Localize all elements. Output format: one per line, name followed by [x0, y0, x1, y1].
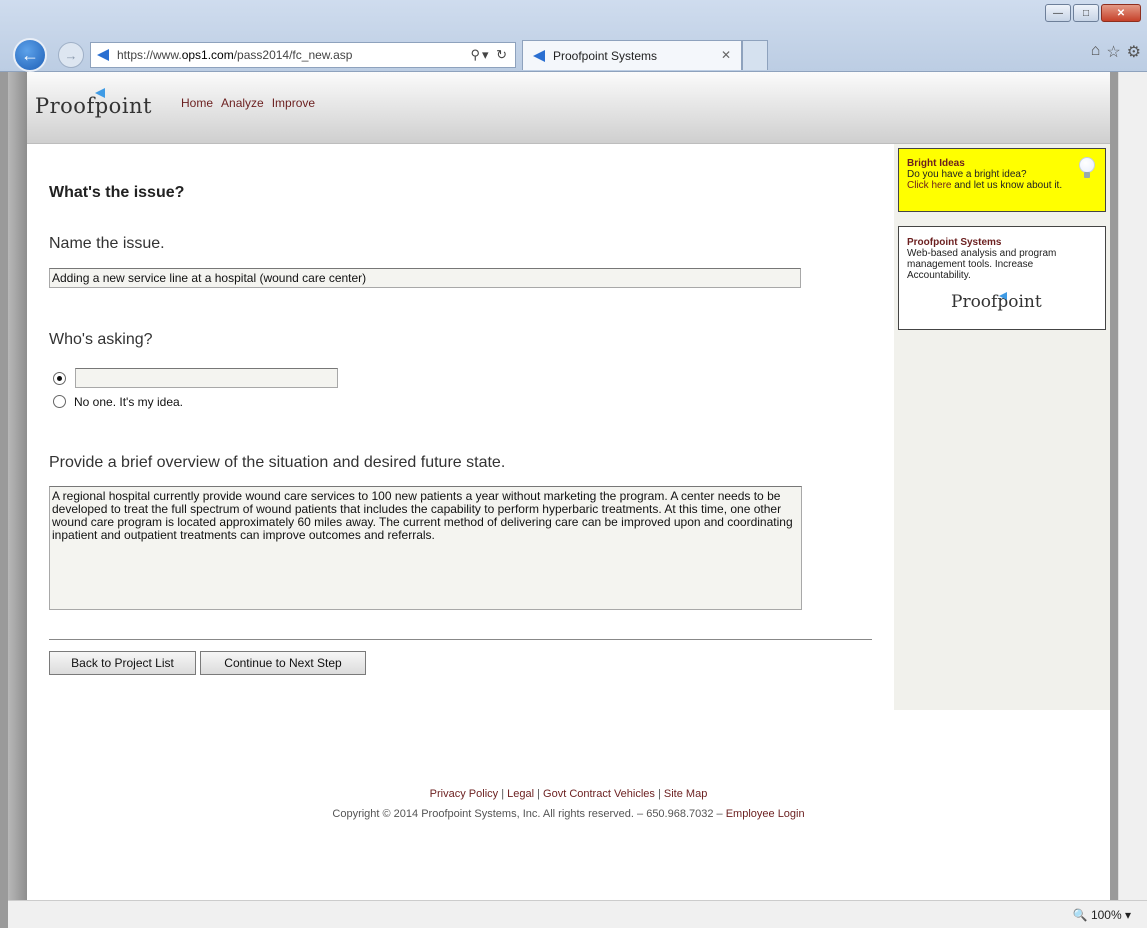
maximize-button[interactable]: □ — [1073, 4, 1099, 22]
bright-ideas-title: Bright Ideas — [907, 158, 965, 169]
copyright: Copyright © 2014 Proofpoint Systems, Inc… — [27, 808, 1110, 820]
no-one-radio[interactable] — [53, 395, 66, 408]
issue-name-label: Name the issue. — [49, 235, 165, 252]
home-icon[interactable]: ⌂ — [1091, 42, 1101, 62]
proofpoint-systems-box: Proofpoint Systems Web-based analysis an… — [898, 226, 1106, 330]
site-header: Proofpoint Home Analyze Improve — [27, 72, 1110, 144]
employee-login-link[interactable]: Employee Login — [726, 808, 805, 820]
vertical-scrollbar[interactable] — [1118, 72, 1147, 900]
logo-triangle-icon — [95, 88, 105, 98]
forward-arrow-icon[interactable]: → — [58, 42, 84, 68]
legal-link[interactable]: Legal — [507, 788, 534, 800]
govt-contract-link[interactable]: Govt Contract Vehicles — [543, 788, 655, 800]
proofpoint-logo[interactable]: Proofpoint — [35, 88, 152, 118]
window-controls: — □ ✕ — [1045, 4, 1141, 22]
main-nav: Home Analyze Improve — [181, 96, 315, 110]
asker-input[interactable] — [75, 368, 338, 388]
issue-name-input[interactable]: Adding a new service line at a hospital … — [49, 268, 801, 288]
click-here-link[interactable]: Click here — [907, 180, 951, 191]
bright-ideas-cta-text: and let us know about it. — [951, 180, 1063, 191]
bright-ideas-box: Bright Ideas Do you have a bright idea? … — [898, 148, 1106, 212]
divider — [49, 639, 872, 640]
bright-ideas-text: Do you have a bright idea? — [907, 169, 1027, 180]
status-bar: 🔍 100% ▾ — [8, 900, 1147, 928]
copyright-text: Copyright © 2014 Proofpoint Systems, Inc… — [332, 808, 726, 820]
tab-close-icon[interactable]: ✕ — [721, 48, 731, 62]
continue-button[interactable]: Continue to Next Step — [200, 651, 366, 675]
zoom-level[interactable]: 🔍 100% ▾ — [1073, 908, 1131, 922]
nav-improve[interactable]: Improve — [272, 96, 315, 110]
right-sidebar: Bright Ideas Do you have a bright idea? … — [894, 144, 1110, 710]
lightbulb-icon — [1079, 157, 1095, 179]
whos-asking-label: Who's asking? — [49, 331, 153, 348]
browser-toolbar-icons: ⌂ ☆ ⚙ — [1091, 42, 1141, 62]
logo-triangle-icon — [999, 292, 1007, 300]
browser-tab[interactable]: Proofpoint Systems ✕ — [522, 40, 742, 70]
minimize-button[interactable]: — — [1045, 4, 1071, 22]
new-tab-button[interactable] — [742, 40, 768, 70]
systems-logo: Proofpoint — [951, 292, 1042, 312]
search-refresh-icon[interactable]: ⚲▾ ↻ — [470, 47, 509, 63]
no-one-label: No one. It's my idea. — [74, 395, 184, 409]
web-page: Proofpoint Home Analyze Improve What's t… — [27, 72, 1110, 900]
privacy-policy-link[interactable]: Privacy Policy — [430, 788, 498, 800]
systems-title: Proofpoint Systems — [907, 237, 1002, 248]
settings-gear-icon[interactable]: ⚙ — [1127, 42, 1141, 62]
overview-textarea[interactable]: A regional hospital currently provide wo… — [49, 486, 802, 610]
overview-label: Provide a brief overview of the situatio… — [49, 454, 506, 471]
back-to-project-list-button[interactable]: Back to Project List — [49, 651, 196, 675]
footer-links: Privacy Policy | Legal | Govt Contract V… — [429, 788, 708, 800]
close-window-button[interactable]: ✕ — [1101, 4, 1141, 22]
tab-favicon-icon — [531, 49, 547, 63]
browser-chrome: — □ ✕ ← → https://www.ops1.com/pass2014/… — [0, 0, 1147, 72]
page-title: What's the issue? — [49, 184, 185, 201]
address-url: https://www.ops1.com/pass2014/fc_new.asp — [117, 48, 353, 62]
tab-title: Proofpoint Systems — [553, 48, 658, 63]
nav-analyze[interactable]: Analyze — [221, 96, 264, 110]
address-bar[interactable]: https://www.ops1.com/pass2014/fc_new.asp… — [90, 42, 516, 68]
site-favicon-icon — [95, 48, 111, 62]
asker-radio[interactable] — [53, 372, 66, 385]
favorites-star-icon[interactable]: ☆ — [1106, 42, 1120, 62]
systems-description: Web-based analysis and program managemen… — [907, 248, 1057, 281]
back-arrow-icon[interactable]: ← — [13, 38, 47, 72]
nav-home[interactable]: Home — [181, 96, 213, 110]
bright-ideas-cta: Click here and let us know about it. — [907, 180, 1097, 191]
site-map-link[interactable]: Site Map — [664, 788, 707, 800]
main-content: What's the issue? Name the issue. Adding… — [27, 144, 894, 900]
